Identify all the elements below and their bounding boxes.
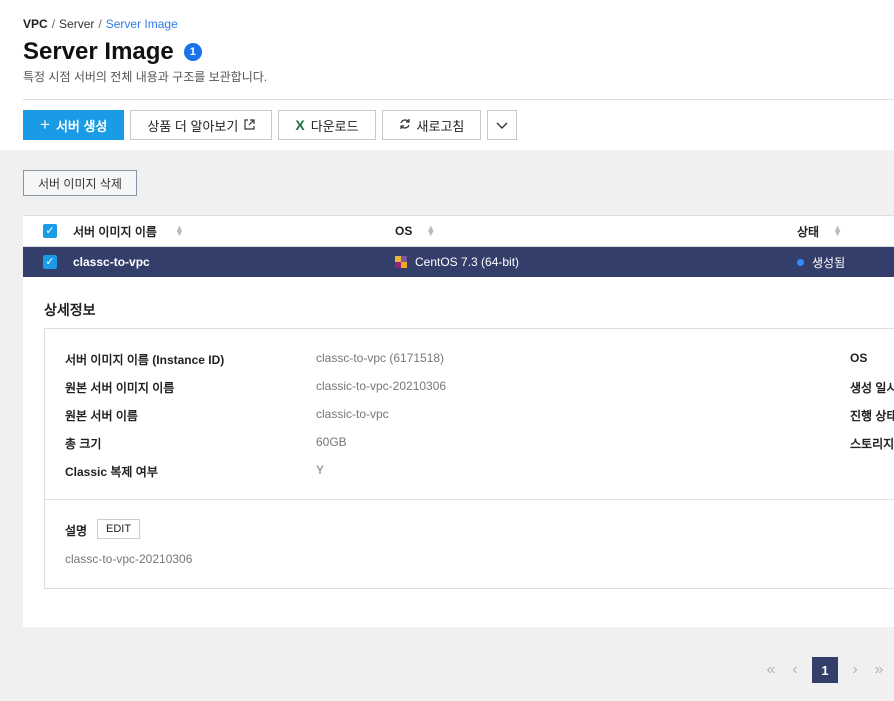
- prev-page-icon[interactable]: ‹: [788, 661, 802, 679]
- refresh-icon: [399, 118, 411, 133]
- centos-icon: [395, 256, 407, 268]
- column-header-os[interactable]: OS ▲ ▼: [395, 216, 435, 246]
- external-link-icon: [244, 118, 255, 133]
- row-checkbox[interactable]: ✓: [43, 255, 57, 269]
- refresh-button[interactable]: 새로고침: [381, 110, 482, 140]
- server-image-panel: ✓ 서버 이미지 이름 ▲ ▼ OS ▲ ▼ 상태 ▲ ▼ ✓ classc-to-v…: [23, 215, 894, 627]
- breadcrumb-current: Server Image: [105, 17, 178, 31]
- detail-label-progress: 진행 상태: [850, 409, 894, 423]
- column-header-status[interactable]: 상태 ▲ ▼: [797, 216, 842, 246]
- plus-icon: +: [40, 115, 50, 134]
- detail-label-os: OS: [850, 351, 868, 365]
- table-header: ✓ 서버 이미지 이름 ▲ ▼ OS ▲ ▼ 상태 ▲ ▼: [23, 215, 894, 247]
- detail-label-storage: 스토리지: [850, 437, 894, 451]
- detail-label-created-at: 생성 일시: [850, 381, 894, 395]
- breadcrumb: VPC / Server / Server Image: [23, 17, 178, 31]
- detail-value-classic-copy: Y: [316, 463, 325, 477]
- detail-label-description: 설명: [65, 524, 88, 538]
- breadcrumb-vpc[interactable]: VPC: [23, 17, 48, 31]
- sort-icon: ▲ ▼: [833, 223, 843, 238]
- last-page-icon[interactable]: »: [872, 661, 886, 679]
- refresh-label: 새로고침: [416, 118, 465, 134]
- breadcrumb-server[interactable]: Server: [59, 17, 94, 31]
- title-row: Server Image 1: [23, 38, 202, 66]
- create-server-button[interactable]: + 서버 생성: [23, 110, 125, 140]
- next-page-icon[interactable]: ›: [848, 661, 862, 679]
- chevron-down-icon: [496, 118, 508, 133]
- detail-label-classic-copy: Classic 복제 여부: [65, 465, 158, 479]
- detail-label-origin-image: 원본 서버 이미지 이름: [65, 381, 175, 395]
- detail-value-origin-image: classic-to-vpc-20210306: [316, 379, 447, 393]
- breadcrumb-separator: /: [98, 17, 102, 31]
- excel-icon: X: [295, 117, 305, 133]
- row-status-label: 생성됨: [812, 255, 846, 270]
- table-row[interactable]: ✓ classc-to-vpc CentOS 7.3 (64-bit) 생성됨: [23, 247, 894, 277]
- page-number-current[interactable]: 1: [812, 657, 838, 683]
- detail-label-image-name: 서버 이미지 이름 (Instance ID): [65, 353, 225, 367]
- sort-icon: ▲ ▼: [174, 223, 184, 238]
- detail-title: 상세정보: [44, 302, 96, 318]
- learn-more-button[interactable]: 상품 더 알아보기: [130, 110, 273, 140]
- detail-label-total-size: 총 크기: [65, 437, 102, 451]
- detail-value-origin-server: classic-to-vpc: [316, 407, 389, 421]
- detail-divider: [45, 499, 894, 500]
- sort-icon: ▲ ▼: [426, 223, 436, 238]
- first-page-icon[interactable]: «: [764, 661, 778, 679]
- edit-description-button[interactable]: EDIT: [97, 519, 141, 539]
- create-server-label: 서버 생성: [55, 118, 108, 134]
- row-status: 생성됨: [797, 247, 845, 277]
- detail-box: 서버 이미지 이름 (Instance ID) classc-to-vpc (6…: [44, 328, 894, 589]
- row-os-label: CentOS 7.3 (64-bit): [415, 255, 520, 269]
- count-badge: 1: [183, 43, 202, 61]
- column-header-name[interactable]: 서버 이미지 이름 ▲ ▼: [73, 216, 184, 246]
- page-description: 특정 시점 서버의 전체 내용과 구조를 보관합니다.: [23, 70, 268, 84]
- detail-value-description: classc-to-vpc-20210306: [65, 552, 193, 566]
- breadcrumb-separator: /: [51, 17, 56, 31]
- header-divider: [23, 99, 894, 100]
- toolbar: + 서버 생성 상품 더 알아보기 X 다운로드 새로고침: [23, 110, 518, 140]
- detail-value-total-size: 60GB: [316, 435, 347, 449]
- download-button[interactable]: X 다운로드: [278, 110, 376, 140]
- learn-more-label: 상품 더 알아보기: [147, 118, 239, 134]
- pagination: « ‹ 1 › »: [764, 657, 894, 683]
- detail-label-origin-server: 원본 서버 이름: [65, 409, 138, 423]
- row-name: classc-to-vpc: [73, 255, 150, 269]
- delete-server-image-button[interactable]: 서버 이미지 삭제: [23, 170, 137, 196]
- page-title: Server Image: [23, 38, 174, 65]
- detail-value-image-name: classc-to-vpc (6171518): [316, 351, 445, 365]
- row-os: CentOS 7.3 (64-bit): [395, 247, 519, 277]
- status-dot-icon: [797, 258, 804, 266]
- select-all-checkbox[interactable]: ✓: [43, 224, 57, 238]
- more-dropdown-button[interactable]: [487, 110, 518, 140]
- download-label: 다운로드: [310, 118, 359, 134]
